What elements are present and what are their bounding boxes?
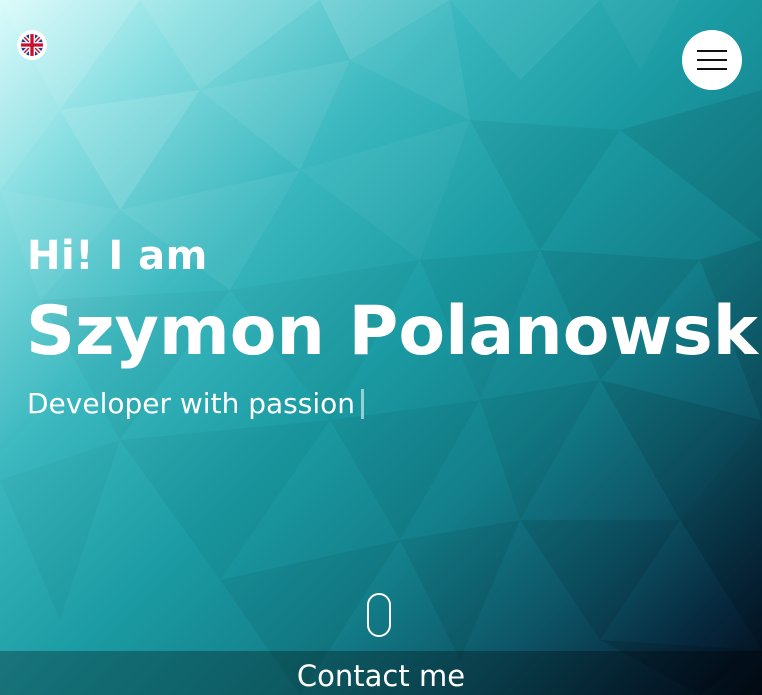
mouse-scroll-icon[interactable] <box>367 593 391 637</box>
hamburger-menu-button[interactable] <box>682 30 742 90</box>
hamburger-menu-icon-line <box>697 50 727 52</box>
typing-cursor <box>360 388 364 419</box>
hamburger-menu-icon-line <box>697 68 727 70</box>
contact-me-button[interactable]: Contact me <box>0 651 762 695</box>
hero-section: Hi! I am Szymon Polanowski Developer wit… <box>0 0 762 695</box>
uk-flag-icon <box>21 34 43 56</box>
hero-greeting: Hi! I am <box>27 233 208 279</box>
contact-me-label: Contact me <box>296 659 466 693</box>
hero-tagline-wrapper: Developer with passion <box>27 387 364 420</box>
language-switch-button[interactable] <box>17 30 47 60</box>
hero-name: Szymon Polanowski <box>26 292 762 371</box>
hero-tagline: Developer with passion <box>27 387 355 420</box>
hamburger-menu-icon-line <box>697 59 727 61</box>
